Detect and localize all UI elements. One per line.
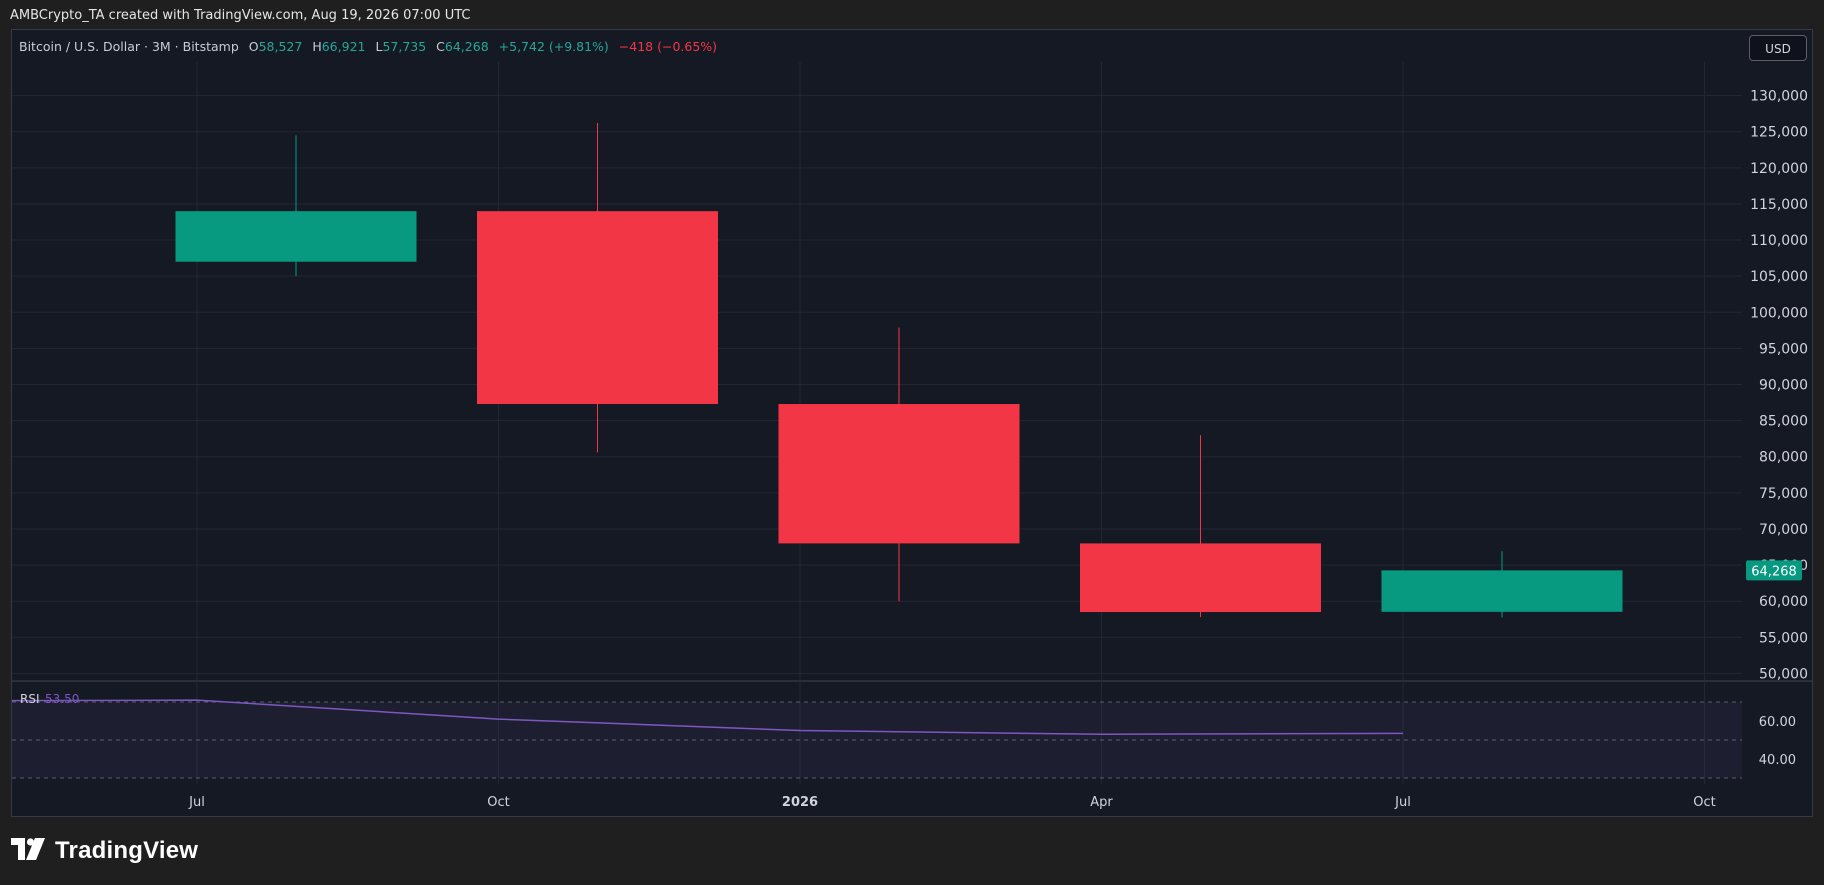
price-tick-label: 85,000 xyxy=(1759,414,1808,430)
time-tick-label: Oct xyxy=(487,795,509,810)
open-label: O xyxy=(248,39,259,54)
high-label: H xyxy=(312,39,322,54)
high-value: 66,921 xyxy=(321,39,366,54)
price-tick-label: 100,000 xyxy=(1750,305,1808,321)
candle-body xyxy=(778,404,1020,544)
time-tick-label: Apr xyxy=(1090,795,1113,810)
close-value: 64,268 xyxy=(444,39,489,54)
price-tick-label: 55,000 xyxy=(1759,630,1808,646)
time-tick-label: Jul xyxy=(1394,795,1411,810)
symbol-legend: Bitcoin / U.S. Dollar · 3M · Bitstamp O5… xyxy=(19,39,717,54)
candle-body xyxy=(1381,570,1623,612)
price-tick-label: 110,000 xyxy=(1750,233,1808,249)
time-tick-label: Jul xyxy=(188,795,205,810)
price-tick-label: 60,000 xyxy=(1759,594,1808,610)
price-tick-label: 115,000 xyxy=(1750,197,1808,213)
candle-body xyxy=(175,211,417,262)
price-tick-label: 95,000 xyxy=(1759,341,1808,357)
last-price-label: 64,268 xyxy=(1751,564,1797,579)
price-tick-label: 80,000 xyxy=(1759,450,1808,466)
symbol-name: Bitcoin / U.S. Dollar · 3M · Bitstamp xyxy=(19,39,239,54)
candle-body xyxy=(1080,543,1321,613)
rsi-value: 53.50 xyxy=(45,692,79,706)
candle-body xyxy=(477,211,718,405)
rsi-label: RSI xyxy=(20,692,40,706)
price-tick-label: 125,000 xyxy=(1750,125,1808,141)
time-tick-label: 2026 xyxy=(782,795,818,810)
price-tick-label: 50,000 xyxy=(1759,666,1808,682)
price-tick-label: 105,000 xyxy=(1750,269,1808,285)
price-tick-label: 120,000 xyxy=(1750,161,1808,177)
currency-button[interactable]: USD xyxy=(1749,35,1807,61)
price-tick-label: 75,000 xyxy=(1759,486,1808,502)
close-label: C xyxy=(436,39,445,54)
change-value: +5,742 (+9.81%) xyxy=(498,39,609,54)
tradingview-brand[interactable]: TradingView xyxy=(11,836,198,866)
open-value: 58,527 xyxy=(258,39,303,54)
rsi-tick-label: 40.00 xyxy=(1759,753,1796,768)
low-value: 57,735 xyxy=(382,39,427,54)
price-tick-label: 90,000 xyxy=(1759,378,1808,394)
tradingview-wordmark: TradingView xyxy=(55,837,199,864)
time-tick-label: Oct xyxy=(1693,795,1715,810)
price-tick-label: 70,000 xyxy=(1759,522,1808,538)
tradingview-logo-icon xyxy=(11,838,47,864)
price-chart[interactable]: 130,000 125,000 120,000 115,000 110,000 105,0… xyxy=(0,0,1824,885)
change-value-secondary: −418 (−0.65%) xyxy=(618,39,718,54)
price-tick-label: 130,000 xyxy=(1750,89,1808,105)
rsi-tick-label: 60.00 xyxy=(1759,715,1796,730)
